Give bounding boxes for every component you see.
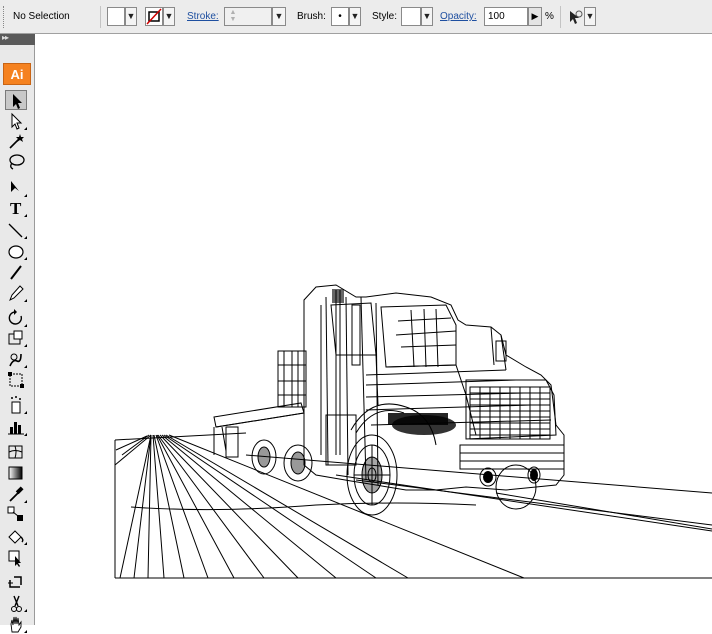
- stroke-weight-dropdown[interactable]: ▼: [272, 7, 286, 26]
- no-stroke-icon: [146, 8, 162, 25]
- control-bar-grip[interactable]: [3, 6, 7, 28]
- truck-grille-wireframe: [459, 379, 565, 470]
- column-graph-tool[interactable]: [5, 417, 27, 437]
- symbol-sprayer-tool[interactable]: [5, 395, 27, 415]
- stroke-weight-spinner[interactable]: ▲ ▼: [229, 9, 237, 23]
- direct-selection-tool[interactable]: [5, 111, 27, 131]
- selection-tool[interactable]: [5, 90, 27, 110]
- svg-text:T: T: [10, 199, 22, 218]
- percent-sign: %: [545, 11, 554, 22]
- pen-tool[interactable]: [5, 178, 27, 198]
- ai-logo: Ai: [3, 63, 31, 85]
- collapse-icon[interactable]: ▸▸: [2, 33, 9, 42]
- control-bar: No Selection ▼ ▼ Stroke: ▲ ▼ ▼ Brush: • ▼…: [0, 0, 712, 34]
- style-dropdown-button[interactable]: ▼: [421, 7, 433, 26]
- scale-tool[interactable]: [5, 328, 27, 348]
- live-paint-selection-tool[interactable]: [5, 547, 27, 567]
- divider: [100, 6, 101, 28]
- live-paint-bucket-tool[interactable]: [5, 526, 27, 546]
- type-tool[interactable]: T: [5, 198, 27, 218]
- divider: [560, 6, 561, 28]
- opacity-field[interactable]: 100: [484, 7, 528, 26]
- gradient-tool[interactable]: [5, 463, 27, 483]
- pencil-tool[interactable]: [5, 283, 27, 303]
- opacity-label-link[interactable]: Opacity:: [440, 11, 477, 22]
- selection-status: No Selection: [13, 11, 70, 22]
- graphic-style-swatch[interactable]: [401, 7, 421, 26]
- artboard-canvas[interactable]: [36, 35, 712, 625]
- fill-dropdown-button[interactable]: ▼: [125, 7, 137, 26]
- crop-area-tool[interactable]: [5, 572, 27, 592]
- brush-definition-swatch[interactable]: •: [331, 7, 349, 26]
- truck-wireframe-artwork[interactable]: [36, 35, 712, 625]
- tools-panel: ▸▸ Ai T: [0, 33, 35, 633]
- stroke-color-swatch[interactable]: [145, 7, 163, 26]
- ellipse-tool[interactable]: [5, 241, 27, 261]
- scissors-tool[interactable]: [5, 593, 27, 613]
- magic-wand-tool[interactable]: [5, 131, 27, 151]
- stroke-dropdown-button[interactable]: ▼: [163, 7, 175, 26]
- warp-tool[interactable]: [5, 349, 27, 369]
- blend-tool[interactable]: [5, 504, 27, 524]
- road-perspective-lines: [114, 434, 525, 579]
- paintbrush-tool[interactable]: [5, 262, 27, 282]
- brush-dropdown-button[interactable]: ▼: [349, 7, 361, 26]
- fill-color-swatch[interactable]: [107, 7, 125, 26]
- rotate-tool[interactable]: [5, 308, 27, 328]
- select-similar-dropdown[interactable]: ▼: [584, 7, 596, 26]
- select-similar-icon[interactable]: [566, 8, 584, 26]
- brush-label: Brush:: [297, 11, 326, 22]
- hand-tool[interactable]: [5, 614, 27, 634]
- free-transform-tool[interactable]: [5, 370, 27, 390]
- eyedropper-tool[interactable]: [5, 484, 27, 504]
- line-segment-tool[interactable]: [5, 220, 27, 240]
- tools-panel-header[interactable]: ▸▸: [0, 33, 35, 45]
- stroke-label-link[interactable]: Stroke:: [187, 11, 219, 22]
- opacity-slider-button[interactable]: ▶: [528, 7, 542, 26]
- style-label: Style:: [372, 11, 398, 22]
- mesh-tool[interactable]: [5, 442, 27, 462]
- lasso-tool[interactable]: [5, 152, 27, 172]
